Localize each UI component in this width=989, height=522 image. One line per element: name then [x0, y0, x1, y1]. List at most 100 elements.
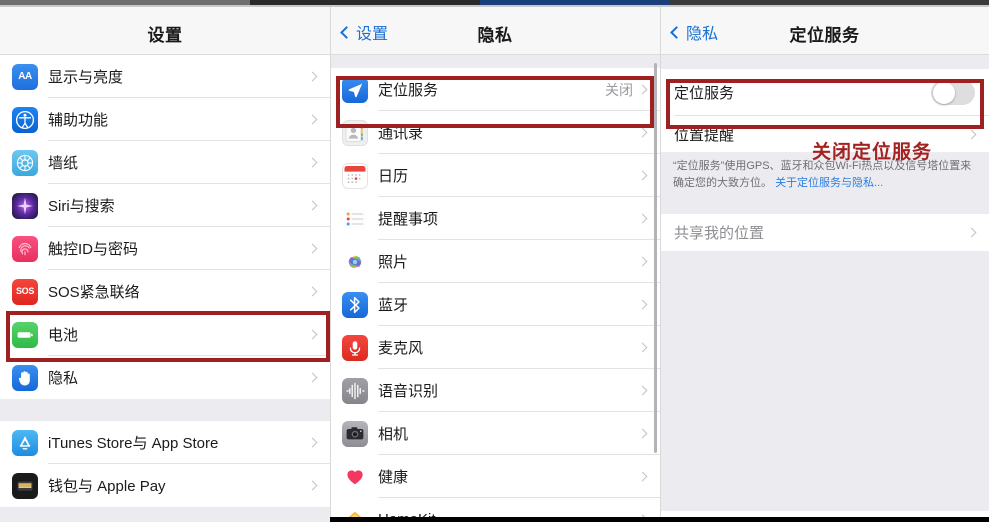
settings-group-1: AA 显示与亮度 辅助功能 墙纸 Siri与搜索 触控ID与密码 SOS SOS…	[0, 55, 330, 399]
display-brightness-icon: AA	[12, 63, 38, 90]
sidebar-item-label: 显示与亮度	[48, 69, 124, 86]
location-services-toggle[interactable]	[931, 80, 975, 105]
health-icon	[342, 463, 368, 490]
list-item-calendar[interactable]: 日历	[330, 154, 660, 197]
location-services-toggle-row[interactable]: 定位服务	[660, 69, 989, 116]
location-navbar: 隐私 定位服务	[660, 7, 989, 55]
bluetooth-icon	[342, 291, 368, 318]
sidebar-item-touch-id-passcode[interactable]: 触控ID与密码	[0, 227, 330, 270]
panel-divider-1	[330, 7, 331, 522]
chevron-right-icon	[966, 227, 977, 238]
chevron-right-icon	[637, 213, 648, 224]
chevron-right-icon	[637, 471, 648, 482]
camera-icon	[342, 420, 368, 447]
sidebar-item-label: 电池	[48, 327, 79, 344]
share-location-group: 共享我的位置	[660, 214, 989, 251]
location-arrow-icon	[342, 76, 368, 103]
group-separator	[0, 507, 330, 522]
app-store-icon	[12, 429, 38, 456]
annotation-turn-off-location: 关闭定位服务	[812, 142, 933, 163]
group-separator	[0, 399, 330, 421]
empty-area	[660, 251, 989, 511]
chevron-right-icon	[307, 329, 318, 340]
chevron-right-icon	[966, 129, 977, 139]
sidebar-item-wallpaper[interactable]: 墙纸	[0, 141, 330, 184]
list-item-label: 日历	[378, 168, 409, 185]
chevron-right-icon	[637, 299, 648, 310]
list-item-label: 语音识别	[378, 383, 439, 400]
list-item-microphone[interactable]: 麦克风	[330, 326, 660, 369]
scrollbar[interactable]	[654, 63, 657, 453]
sidebar-item-display-brightness[interactable]: AA 显示与亮度	[0, 55, 330, 98]
list-item-label: 通讯录	[378, 125, 424, 142]
share-my-location-row[interactable]: 共享我的位置	[660, 214, 989, 251]
touch-id-icon	[12, 235, 38, 262]
wallpaper-icon	[12, 149, 38, 176]
cropped-window-artifact	[0, 0, 989, 7]
chevron-right-icon	[307, 372, 318, 383]
group-separator	[330, 55, 660, 68]
microphone-icon	[342, 334, 368, 361]
chevron-right-icon	[637, 256, 648, 267]
list-item-speech-recognition[interactable]: 语音识别	[330, 369, 660, 412]
list-item-photos[interactable]: 照片	[330, 240, 660, 283]
sidebar-item-label: Siri与搜索	[48, 198, 115, 215]
panel-location-services: 隐私 定位服务 定位服务 位置提醒 “定位服务”使用GPS、蓝牙和众包Wi-Fi…	[660, 7, 989, 522]
sidebar-item-label: SOS紧急联络	[48, 284, 140, 301]
chevron-right-icon	[307, 437, 318, 448]
screenshot-root: 设置 AA 显示与亮度 辅助功能 墙纸 Siri与搜索 触控ID与密码 SOS …	[0, 0, 989, 522]
chevron-right-icon	[637, 127, 648, 138]
list-item-label: 健康	[378, 469, 409, 486]
contacts-icon	[342, 119, 368, 146]
sidebar-item-siri-search[interactable]: Siri与搜索	[0, 184, 330, 227]
privacy-list: 定位服务 关闭 通讯录 日历 提醒事项 照片 蓝牙 麦克风 语音识别 相机 健康	[330, 68, 660, 522]
sidebar-item-accessibility[interactable]: 辅助功能	[0, 98, 330, 141]
chevron-right-icon	[637, 385, 648, 396]
sidebar-item-label: 辅助功能	[48, 112, 109, 129]
siri-icon	[12, 192, 38, 219]
group-separator	[660, 200, 989, 214]
chevron-right-icon	[637, 170, 648, 181]
chevron-right-icon	[307, 243, 318, 254]
chevron-right-icon	[307, 114, 318, 125]
chevron-right-icon	[307, 286, 318, 297]
toggle-knob	[932, 81, 955, 104]
sidebar-item-label: 触控ID与密码	[48, 241, 139, 258]
list-item-label: 蓝牙	[378, 297, 409, 314]
alerts-row-label: 位置提醒	[674, 126, 735, 144]
sidebar-item-wallet-apple-pay[interactable]: 钱包与 Apple Pay	[0, 464, 330, 507]
share-row-label: 共享我的位置	[674, 225, 765, 242]
list-item-camera[interactable]: 相机	[330, 412, 660, 455]
list-item-health[interactable]: 健康	[330, 455, 660, 498]
list-item-location-services[interactable]: 定位服务 关闭	[330, 68, 660, 111]
toggle-row-label: 定位服务	[674, 85, 735, 102]
sidebar-item-sos[interactable]: SOS SOS紧急联络	[0, 270, 330, 313]
panel-privacy: 设置 隐私 定位服务 关闭 通讯录 日历 提醒事项 照片 蓝牙 麦克风 语音识别…	[330, 7, 660, 522]
list-item-value: 关闭	[605, 81, 633, 98]
sidebar-item-label: 隐私	[48, 370, 79, 387]
sidebar-item-privacy[interactable]: 隐私	[0, 356, 330, 399]
sidebar-item-label: iTunes Store与 App Store	[48, 435, 219, 452]
page-title: 设置	[147, 26, 183, 45]
sos-icon: SOS	[12, 278, 38, 305]
sidebar-item-label: 墙纸	[48, 155, 79, 172]
chevron-right-icon	[307, 157, 318, 168]
accessibility-icon	[12, 106, 38, 133]
chevron-right-icon	[637, 84, 648, 95]
footnote-link[interactable]: 关于定位服务与隐私...	[775, 177, 883, 189]
photos-icon	[342, 248, 368, 275]
chevron-right-icon	[307, 480, 318, 491]
sidebar-item-itunes-app-store[interactable]: iTunes Store与 App Store	[0, 421, 330, 464]
list-item-label: 相机	[378, 426, 409, 443]
settings-group-2: iTunes Store与 App Store 钱包与 Apple Pay	[0, 421, 330, 507]
list-item-label: 麦克风	[378, 340, 424, 357]
list-item-contacts[interactable]: 通讯录	[330, 111, 660, 154]
reminders-icon	[342, 205, 368, 232]
chevron-right-icon	[637, 428, 648, 439]
bottom-crop-artifact	[330, 517, 989, 522]
list-item-label: 定位服务	[378, 82, 439, 99]
list-item-reminders[interactable]: 提醒事项	[330, 197, 660, 240]
list-item-bluetooth[interactable]: 蓝牙	[330, 283, 660, 326]
sidebar-item-battery[interactable]: 电池	[0, 313, 330, 356]
chevron-right-icon	[307, 200, 318, 211]
